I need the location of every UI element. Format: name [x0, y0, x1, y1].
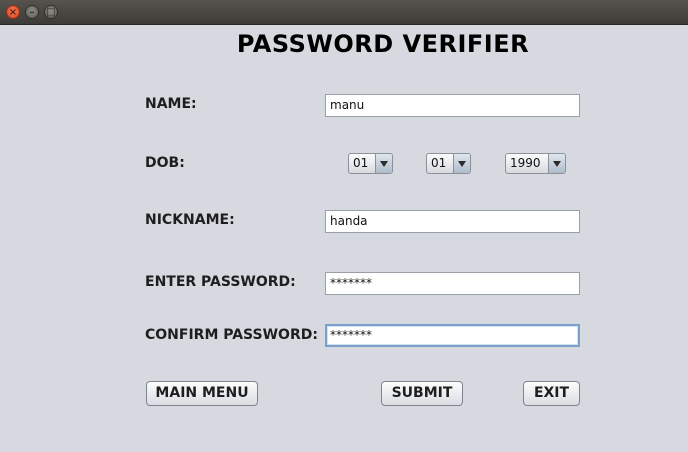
dob-day-select[interactable]: 01	[348, 153, 393, 174]
window-titlebar: × – □	[0, 0, 688, 25]
dob-month-value: 01	[431, 156, 447, 170]
maximize-icon: □	[46, 7, 56, 18]
minimize-icon: –	[29, 7, 35, 18]
chevron-down-icon	[453, 154, 470, 173]
password-field[interactable]: *******	[325, 272, 580, 295]
password-label: ENTER PASSWORD:	[145, 274, 296, 290]
window-close-button[interactable]: ×	[6, 5, 20, 19]
nickname-field[interactable]: handa	[325, 210, 580, 233]
name-field[interactable]: manu	[325, 94, 580, 117]
dob-year-value: 1990	[510, 156, 541, 170]
exit-button[interactable]: EXIT	[523, 381, 580, 406]
close-icon: ×	[8, 7, 18, 18]
confirm-password-field[interactable]: *******	[325, 324, 580, 347]
submit-button[interactable]: SUBMIT	[381, 381, 463, 406]
nickname-label: NICKNAME:	[145, 212, 235, 228]
chevron-down-icon	[548, 154, 565, 173]
chevron-down-icon	[375, 154, 392, 173]
main-menu-button[interactable]: MAIN MENU	[146, 381, 258, 406]
confirm-password-label: CONFIRM PASSWORD:	[145, 327, 318, 343]
dob-month-select[interactable]: 01	[426, 153, 471, 174]
window-minimize-button[interactable]: –	[25, 5, 39, 19]
page-title: PASSWORD VERIFIER	[236, 30, 530, 58]
dob-day-value: 01	[353, 156, 369, 170]
name-label: NAME:	[145, 96, 197, 112]
dob-year-select[interactable]: 1990	[505, 153, 566, 174]
dob-label: DOB:	[145, 155, 185, 171]
window-maximize-button[interactable]: □	[44, 5, 58, 19]
